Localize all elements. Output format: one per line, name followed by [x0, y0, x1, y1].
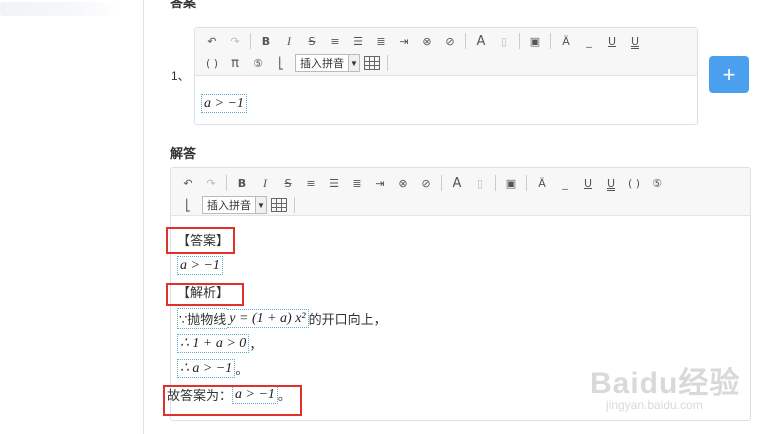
- pinyin-select-label: 插入拼音: [300, 58, 344, 70]
- underline-blank-icon[interactable]: _: [580, 32, 598, 50]
- answer-math-line: a > −1: [177, 256, 223, 275]
- answer-math[interactable]: a > −1: [177, 256, 223, 275]
- analysis-line-3-suffix: 。: [235, 362, 249, 377]
- remove-format-icon[interactable]: ⊘: [441, 32, 459, 50]
- undo-icon[interactable]: ↶: [179, 174, 197, 192]
- table-icon[interactable]: [364, 56, 380, 70]
- toolbar-divider: [441, 175, 442, 191]
- pi-icon[interactable]: π: [226, 54, 244, 72]
- annotation-box-analysis-heading: [166, 283, 244, 306]
- tag-icon[interactable]: ⎣: [179, 196, 197, 214]
- highlight-icon[interactable]: Ä: [557, 32, 575, 50]
- toolbar-divider: [294, 197, 295, 213]
- analysis-line-3: ∴ a > −1。: [177, 359, 248, 378]
- strikethrough-icon[interactable]: S: [279, 174, 297, 192]
- answer-editor[interactable]: ↶ ↷ B I S ≡ ☰ ≣ ⇥ ⊗ ⊘ A ▯ ▣ Ä _ U U ( ) …: [194, 27, 698, 125]
- align-center-icon[interactable]: ≡: [302, 174, 320, 192]
- double-underline-icon[interactable]: U: [602, 174, 620, 192]
- align-center-icon[interactable]: ≡: [326, 32, 344, 50]
- result-formula[interactable]: ∴ a > −1: [177, 359, 236, 378]
- parentheses-icon[interactable]: ( ): [625, 174, 643, 192]
- clear-format-icon[interactable]: ⊗: [394, 174, 412, 192]
- toolbar-divider: [250, 33, 251, 49]
- toolbar-divider: [465, 33, 466, 49]
- undo-icon[interactable]: ↶: [203, 32, 221, 50]
- annotation-box-answer-heading: [166, 227, 235, 254]
- tag-icon[interactable]: ⎣: [272, 54, 290, 72]
- pinyin-select-label: 插入拼音: [207, 200, 251, 212]
- chevron-down-icon[interactable]: ▼: [348, 55, 359, 71]
- align-right-icon[interactable]: ≣: [372, 32, 390, 50]
- document-icon[interactable]: ▯: [495, 32, 513, 50]
- answer-line: a > −1: [201, 94, 247, 113]
- font-color-icon[interactable]: A: [472, 32, 490, 50]
- toolbar-divider: [226, 175, 227, 191]
- watermark-brand: Baidu经验: [590, 367, 741, 400]
- double-underline-icon[interactable]: U: [626, 32, 644, 50]
- add-answer-button[interactable]: +: [709, 56, 749, 93]
- parabola-formula[interactable]: y = (1 + a) x²: [227, 309, 309, 328]
- answer-index: 1、: [171, 69, 190, 83]
- analysis-line-1-suffix: 的开口向上，: [308, 312, 387, 327]
- analysis-line-2-suffix: ，: [249, 337, 263, 352]
- analysis-line-1-prefix: ∵抛物线: [177, 308, 228, 329]
- condition-formula[interactable]: ∴ 1 + a > 0: [177, 334, 250, 353]
- formula-icon[interactable]: ⑤: [249, 54, 267, 72]
- font-color-icon[interactable]: A: [448, 174, 466, 192]
- remove-format-icon[interactable]: ⊘: [417, 174, 435, 192]
- pinyin-select[interactable]: 插入拼音 ▼: [202, 196, 267, 214]
- bold-icon[interactable]: B: [257, 32, 275, 50]
- toolbar-divider: [550, 33, 551, 49]
- analysis-line-2: ∴ 1 + a > 0，: [177, 334, 262, 353]
- redo-icon[interactable]: ↷: [226, 32, 244, 50]
- toolbar-divider: [387, 55, 388, 71]
- strikethrough-icon[interactable]: S: [303, 32, 321, 50]
- toolbar-divider: [519, 33, 520, 49]
- underline-blank-icon[interactable]: _: [556, 174, 574, 192]
- table-icon[interactable]: [271, 198, 287, 212]
- answer-editor-content[interactable]: a > −1: [195, 76, 697, 124]
- left-column: [0, 0, 144, 434]
- solution-section-title: 解答: [170, 146, 197, 161]
- italic-icon[interactable]: I: [280, 32, 298, 50]
- align-left-icon[interactable]: ☰: [349, 32, 367, 50]
- indent-icon[interactable]: ⇥: [395, 32, 413, 50]
- highlight-icon[interactable]: Ä: [533, 174, 551, 192]
- bold-icon[interactable]: B: [233, 174, 251, 192]
- parentheses-icon[interactable]: ( ): [203, 54, 221, 72]
- redo-icon[interactable]: ↷: [202, 174, 220, 192]
- document-icon[interactable]: ▯: [471, 174, 489, 192]
- pinyin-select[interactable]: 插入拼音 ▼: [295, 54, 360, 72]
- chevron-down-icon[interactable]: ▼: [255, 197, 266, 213]
- image-icon[interactable]: ▣: [526, 32, 544, 50]
- clear-format-icon[interactable]: ⊗: [418, 32, 436, 50]
- align-left-icon[interactable]: ☰: [325, 174, 343, 192]
- answer-formula[interactable]: a > −1: [201, 94, 247, 113]
- toolbar-divider: [495, 175, 496, 191]
- analysis-line-1: ∵抛物线 y = (1 + a) x² 的开口向上，: [177, 308, 387, 329]
- formula-icon[interactable]: ⑤: [648, 174, 666, 192]
- align-right-icon[interactable]: ≣: [348, 174, 366, 192]
- indent-icon[interactable]: ⇥: [371, 174, 389, 192]
- answer-section-title: 答案: [170, 0, 197, 10]
- solution-editor-toolbar: ↶ ↷ B I S ≡ ☰ ≣ ⇥ ⊗ ⊘ A ▯ ▣ Ä _ U U ( ) …: [171, 168, 750, 216]
- baidu-watermark-url: jingyan.baidu.com: [606, 398, 703, 412]
- baidu-watermark: Baidu经验: [590, 358, 740, 402]
- toolbar-divider: [526, 175, 527, 191]
- underline-icon[interactable]: U: [579, 174, 597, 192]
- italic-icon[interactable]: I: [256, 174, 274, 192]
- underline-icon[interactable]: U: [603, 32, 621, 50]
- image-icon[interactable]: ▣: [502, 174, 520, 192]
- answer-editor-toolbar: ↶ ↷ B I S ≡ ☰ ≣ ⇥ ⊗ ⊘ A ▯ ▣ Ä _ U U ( ) …: [195, 28, 697, 76]
- blurred-header: [0, 2, 120, 16]
- annotation-box-conclusion: [163, 385, 302, 416]
